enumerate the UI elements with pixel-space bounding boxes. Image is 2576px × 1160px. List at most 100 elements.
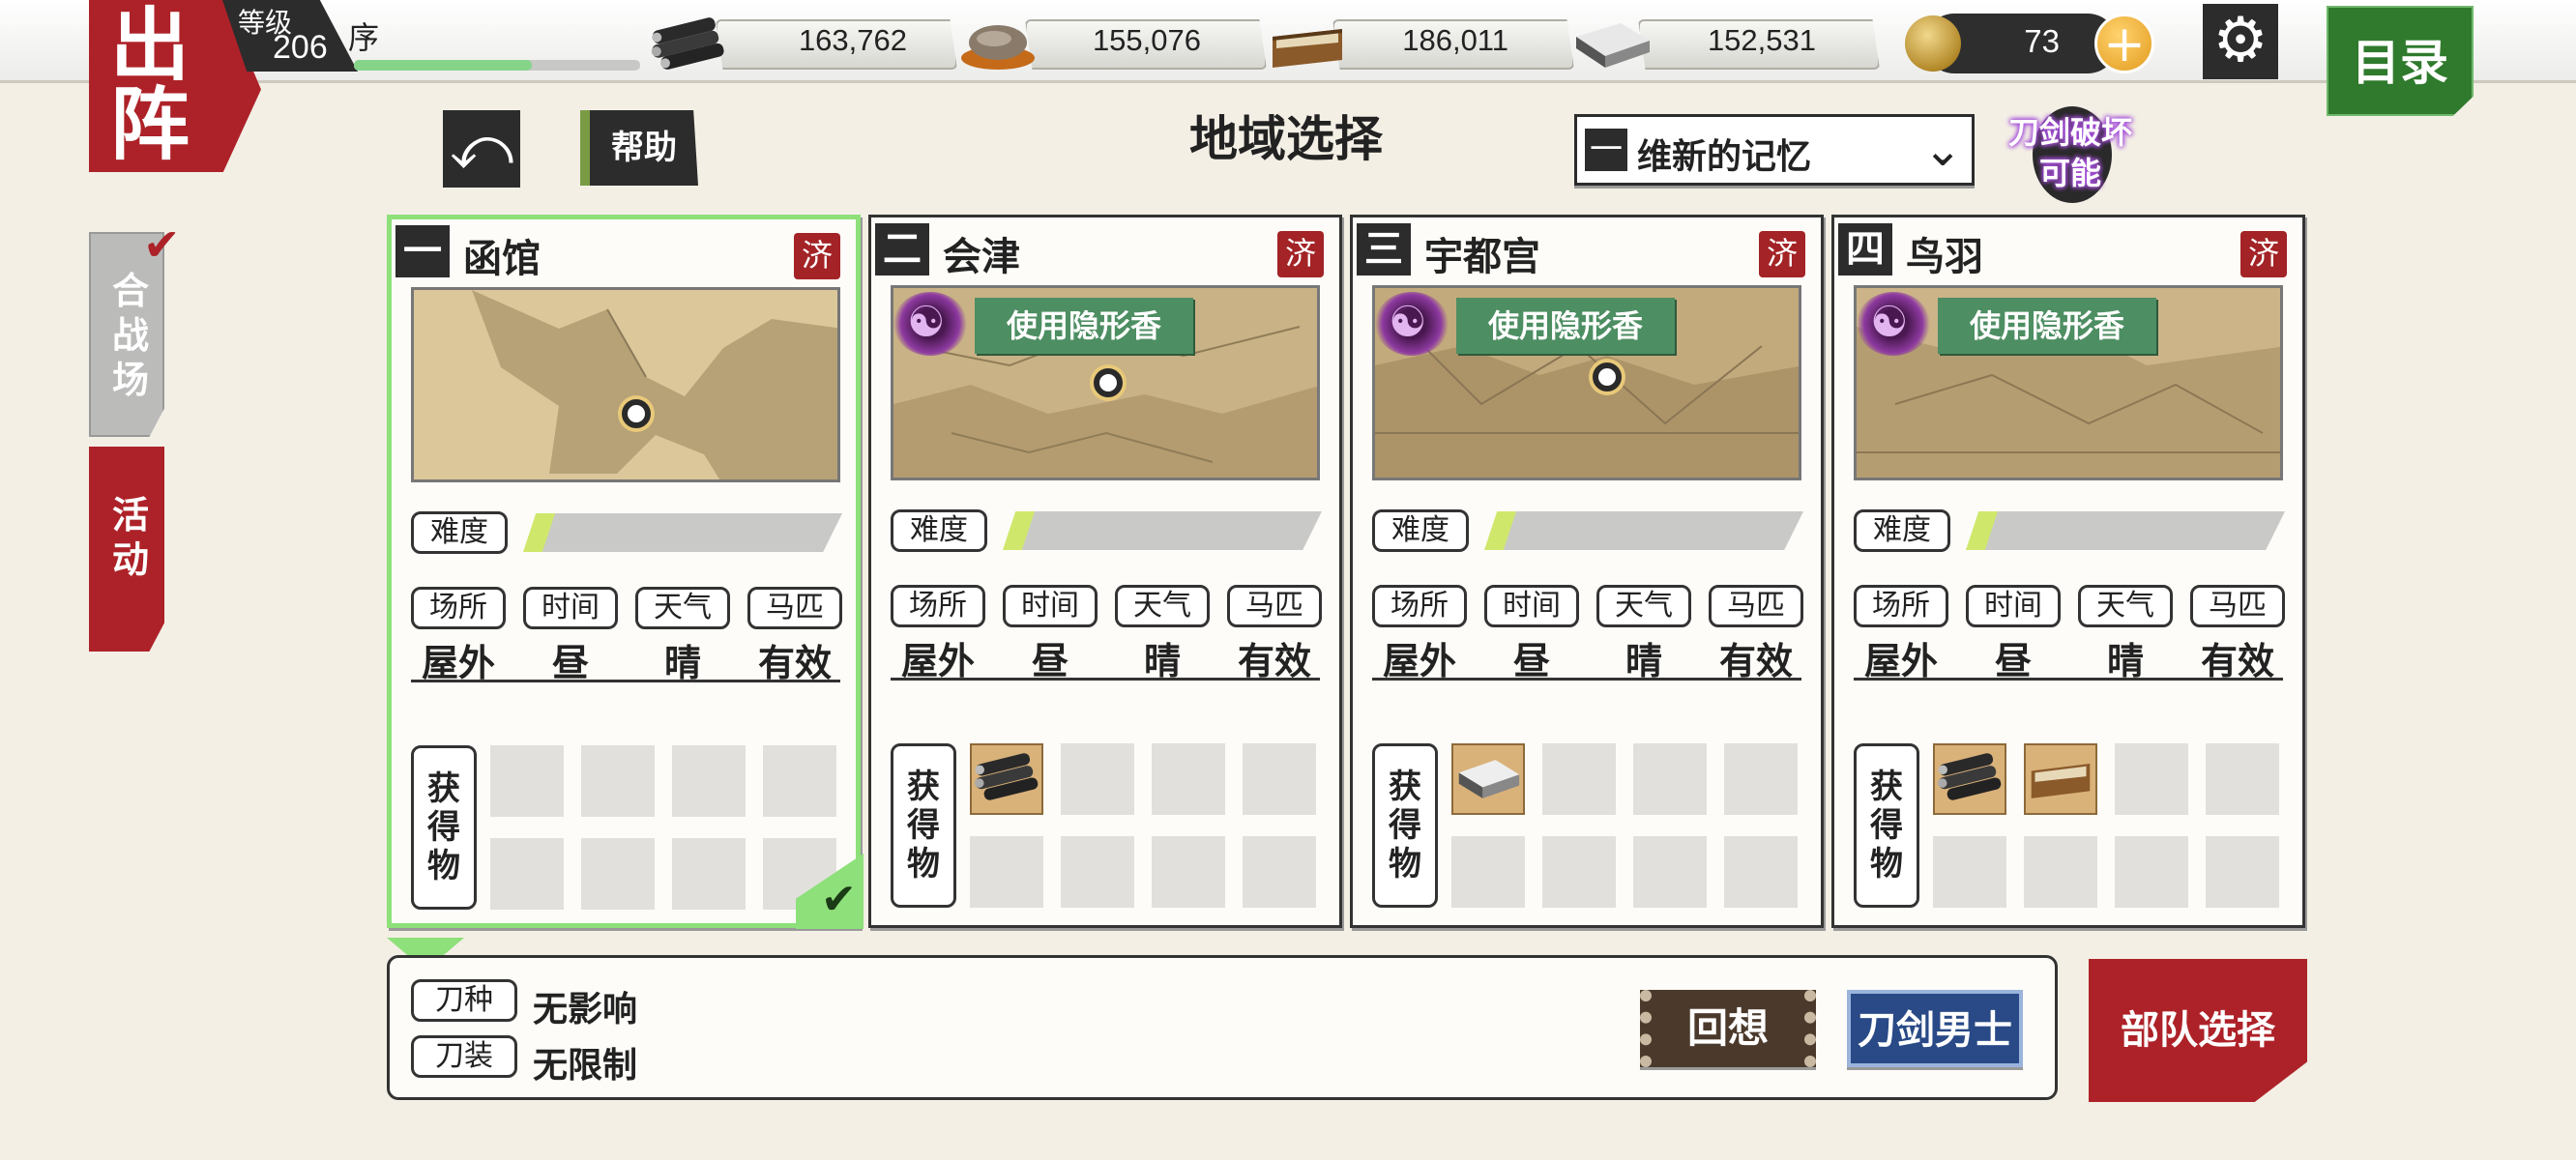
sword-type-value: 无影响 xyxy=(533,989,638,1030)
attr-label-horse: 马匹 xyxy=(747,587,842,629)
use-incense-button[interactable]: ☯ 使用隐形香 xyxy=(1375,288,1675,360)
check-icon: ✔ xyxy=(143,218,181,271)
attr-value-place: 屋外 xyxy=(1863,639,1938,682)
drop-slot-empty xyxy=(672,838,746,910)
cleared-badge: 济 xyxy=(794,233,840,279)
drop-slot-empty xyxy=(490,745,564,817)
stage-number: 一 xyxy=(395,225,450,277)
attr-label-weather: 天气 xyxy=(635,587,730,629)
stage-card[interactable]: 一函馆济难度 场所 屋外 时间昼天气晴马匹 有效 获得物 ✔ xyxy=(387,215,864,929)
cooling-material-icon xyxy=(2024,743,2097,815)
xp-bar-fill xyxy=(354,60,532,71)
use-incense-label: 使用隐形香 xyxy=(1456,298,1675,354)
tab-battlefield-label: 合战场 xyxy=(112,269,150,401)
stage-name: 宇都宫 xyxy=(1424,234,1540,279)
attr-value-weather: 晴 xyxy=(1143,639,1181,682)
sortie-label-2: 阵 xyxy=(110,78,190,171)
attr-label-time: 时间 xyxy=(1003,585,1098,627)
recall-button[interactable]: 回想 xyxy=(1640,990,1816,1067)
use-incense-button[interactable]: ☯ 使用隐形香 xyxy=(893,288,1193,360)
drops-label-text: 获得物 xyxy=(907,768,940,884)
drop-slot-empty xyxy=(490,838,564,910)
drop-slot-empty xyxy=(1724,743,1798,815)
attr-value-horse: 有效 xyxy=(1718,639,1793,682)
drop-slot-empty xyxy=(2206,743,2279,815)
stage-map: ☯ 使用隐形香 xyxy=(1854,285,2283,480)
squad-select-button[interactable]: 部队选择 xyxy=(2089,959,2307,1102)
attr-label-place: 场所 xyxy=(1854,585,1948,627)
attr-value-time: 昼 xyxy=(551,641,589,684)
help-button[interactable]: 帮助 xyxy=(580,110,698,186)
add-coins-button[interactable]: + xyxy=(2094,14,2154,73)
difficulty-bar xyxy=(1003,511,1322,550)
drop-slot-empty xyxy=(1633,743,1707,815)
era-select-dropdown[interactable]: 一 维新的记忆 ⌄ xyxy=(1574,114,1975,186)
attr-label-horse: 马匹 xyxy=(1709,585,1803,627)
drop-slot-empty xyxy=(970,836,1043,908)
resource-value-jewel-steel: 155,076 xyxy=(1092,23,1201,57)
use-incense-label: 使用隐形香 xyxy=(1938,298,2156,354)
cleared-badge: 济 xyxy=(1277,231,1324,277)
divider xyxy=(1372,678,1801,681)
incense-icon: ☯ xyxy=(1857,292,1930,356)
stage-name: 函馆 xyxy=(463,236,541,281)
drops-label-text: 获得物 xyxy=(1870,768,1903,884)
drops-label: 获得物 xyxy=(891,743,956,908)
settings-button[interactable]: ⚙ xyxy=(2203,4,2278,79)
drops-label-text: 获得物 xyxy=(1389,768,1421,884)
attr-value-place: 屋外 xyxy=(421,641,495,684)
attr-label-weather: 天气 xyxy=(1596,585,1691,627)
jewel-steel-icon xyxy=(961,25,1035,70)
koban-coin-icon xyxy=(1905,15,1961,72)
whetstone-icon xyxy=(1576,23,1650,68)
attr-label-horse: 马匹 xyxy=(1227,585,1322,627)
tab-event-label: 活动 xyxy=(112,493,150,581)
map-pin-icon xyxy=(1593,362,1622,392)
use-incense-button[interactable]: ☯ 使用隐形香 xyxy=(1857,288,2156,360)
touken-danshi-button[interactable]: 刀剑男士 xyxy=(1847,990,2023,1067)
difficulty-bar xyxy=(523,513,842,552)
attr-label-time: 时间 xyxy=(1966,585,2061,627)
divider xyxy=(891,678,1320,681)
page-title: 地域选择 xyxy=(1189,110,1383,167)
era-select-value: 维新的记忆 xyxy=(1637,136,1812,177)
drop-slot-empty xyxy=(2206,836,2279,908)
attr-value-place: 屋外 xyxy=(900,639,975,682)
tab-event[interactable]: 活动 xyxy=(89,447,164,652)
attr-value-horse: 有效 xyxy=(1237,639,1311,682)
equipment-label: 刀装 xyxy=(411,1035,517,1078)
stage-number: 二 xyxy=(875,223,929,276)
divider xyxy=(1854,678,2283,681)
drops-label: 获得物 xyxy=(1372,743,1438,908)
difficulty-bar xyxy=(1966,511,2285,550)
attr-value-weather: 晴 xyxy=(1625,639,1662,682)
menu-button[interactable]: 目录 xyxy=(2327,6,2474,116)
back-button[interactable]: ⤺ xyxy=(443,110,520,188)
charcoal-icon xyxy=(970,743,1043,815)
attr-value-weather: 晴 xyxy=(663,641,701,684)
stage-map: ☯ 使用隐形香 xyxy=(1372,285,1801,480)
cooling-material-icon xyxy=(1273,29,1342,68)
drops-label-text: 获得物 xyxy=(427,769,460,885)
attr-label-place: 场所 xyxy=(891,585,985,627)
sword-break-line-1: 刀剑破坏 xyxy=(2007,114,2132,151)
charcoal-icon xyxy=(1933,743,2006,815)
difficulty-label: 难度 xyxy=(411,511,508,554)
drop-slot-empty xyxy=(1061,743,1134,815)
attr-label-time: 时间 xyxy=(1484,585,1579,627)
stage-card[interactable]: 二会津 济 ☯ 使用隐形香 难度 场所 屋外 时间昼 天气晴 马匹 有效 获得物 xyxy=(868,215,1342,928)
era-number: 一 xyxy=(1585,129,1627,171)
attr-value-time: 昼 xyxy=(1994,639,2032,682)
attr-value-horse: 有效 xyxy=(2200,639,2274,682)
cleared-badge: 济 xyxy=(2240,231,2287,277)
resource-value-whetstone: 152,531 xyxy=(1707,23,1816,57)
stage-card[interactable]: 四鸟羽 济 ☯ 使用隐形香 难度 场所 屋外 时间昼 天气晴 马匹 有效 获得物 xyxy=(1831,215,2305,928)
map-pin-icon xyxy=(1094,368,1123,397)
stage-name: 鸟羽 xyxy=(1906,234,1983,279)
drop-slot-empty xyxy=(2115,836,2188,908)
cleared-badge: 济 xyxy=(1759,231,1805,277)
difficulty-label: 难度 xyxy=(1854,509,1950,552)
drop-slot-empty xyxy=(1933,836,2006,908)
stage-card[interactable]: 三宇都宫 济 ☯ 使用隐形香 难度 场所 屋外 时间昼 天气晴 马匹 有效 获得物 xyxy=(1350,215,1824,928)
resource-value-cooling: 186,011 xyxy=(1402,23,1508,57)
